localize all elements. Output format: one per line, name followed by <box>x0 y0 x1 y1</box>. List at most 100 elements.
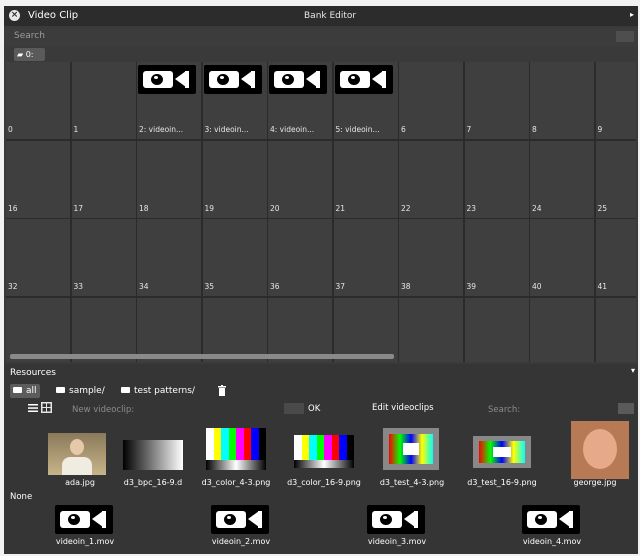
bank-cell[interactable]: 23 <box>464 140 529 218</box>
resource-search-label: Search: <box>488 405 521 415</box>
resource-controls: New videoclip: OK Edit videoclips Search… <box>4 402 638 416</box>
collapse-caret-icon[interactable]: ▸ <box>630 10 634 19</box>
bank-cell-label: 34 <box>139 282 149 291</box>
bank-cell-label: 38 <box>401 282 411 291</box>
bank-cell[interactable]: 20 <box>268 140 332 218</box>
bank-cell[interactable]: 21 <box>333 140 398 218</box>
edit-videoclips-button[interactable]: Edit videoclips <box>372 403 434 413</box>
bank-cell[interactable] <box>71 297 136 362</box>
ok-button[interactable]: OK <box>308 404 320 414</box>
bank-cell[interactable]: 17 <box>71 140 136 218</box>
resource-thumbnail[interactable]: d3_bpc_16-9.d <box>113 426 193 487</box>
video-resource[interactable]: videoin_4.mov <box>521 502 583 550</box>
bank-cell[interactable]: 18 <box>137 140 201 218</box>
bank-cell[interactable]: 6 <box>399 62 463 139</box>
camera-icon <box>522 505 580 534</box>
video-resource[interactable]: videoin_1.mov <box>54 502 116 550</box>
bank-cell-label: 40 <box>532 282 542 291</box>
bank-cell-label: 32 <box>8 282 18 291</box>
color-bars-image <box>294 435 354 468</box>
trash-icon[interactable] <box>218 385 226 396</box>
none-item[interactable]: None <box>10 492 32 502</box>
folder-label: sample/ <box>69 386 105 396</box>
bank-cell[interactable]: 39 <box>464 219 529 296</box>
resource-thumbnail[interactable]: d3_test_4-3.png <box>372 426 452 487</box>
color-bars-image <box>206 428 266 470</box>
resource-thumbnail[interactable]: ada.jpg <box>40 426 120 487</box>
search-row: Search <box>4 28 638 46</box>
collapse-caret-icon[interactable]: ▾ <box>631 366 635 375</box>
bank-cell[interactable]: 35 <box>202 219 267 296</box>
bank-cell-label: 4: videoin... <box>270 125 315 134</box>
bank-cell-label: 16 <box>8 203 18 213</box>
folder-sample[interactable]: sample/ <box>56 384 105 398</box>
resource-name: d3_test_4-3.png <box>379 478 445 487</box>
bank-cell[interactable] <box>202 297 267 362</box>
bank-tab[interactable]: ▰ 0: <box>14 48 45 61</box>
bank-cell[interactable]: 34 <box>137 219 201 296</box>
bank-cell[interactable]: 7 <box>464 62 529 139</box>
bank-cell[interactable]: 16 <box>6 140 70 218</box>
bank-cell[interactable] <box>530 297 594 362</box>
bank-cell[interactable]: 25 <box>595 140 636 218</box>
bank-cell-label: 7 <box>466 125 472 134</box>
bank-cell[interactable] <box>333 297 398 362</box>
bank-cell-label: 19 <box>204 203 215 213</box>
bank-cell[interactable] <box>6 297 70 362</box>
resource-search-input[interactable] <box>618 403 634 414</box>
list-view-icon[interactable] <box>28 403 38 413</box>
title-bar: × Video Clip Bank Editor ▸ <box>4 6 638 26</box>
bank-cell-label: 41 <box>597 282 608 291</box>
window-title: Video Clip <box>28 10 79 21</box>
bank-cell[interactable]: 2: videoin... <box>137 62 201 139</box>
bank-cell[interactable]: 22 <box>399 140 463 218</box>
bank-cell[interactable]: 40 <box>530 219 594 296</box>
bank-cell-label: 22 <box>401 203 411 213</box>
resource-thumbnail[interactable]: george.jpg <box>555 421 635 487</box>
grid-view-icon[interactable] <box>41 402 52 413</box>
new-videoclip-input[interactable] <box>284 403 304 414</box>
bank-cell[interactable]: 9 <box>595 62 636 139</box>
resource-thumbnail[interactable]: d3_test_16-9.png <box>462 426 542 487</box>
bank-cell[interactable]: 41 <box>595 219 636 296</box>
bank-cell[interactable]: 33 <box>71 219 136 296</box>
bank-icon: ▰ <box>17 50 26 59</box>
resource-thumbnail[interactable]: d3_color_16-9.png <box>284 426 364 487</box>
bank-cell-label: 35 <box>204 282 215 291</box>
bank-cell[interactable]: 1 <box>71 62 136 139</box>
bank-cell[interactable]: 32 <box>6 219 70 296</box>
folder-test-patterns[interactable]: test patterns/ <box>121 384 195 398</box>
folder-all[interactable]: all <box>10 384 40 398</box>
video-name: videoin_3.mov <box>367 537 427 546</box>
bank-cell[interactable]: 5: videoin... <box>333 62 398 139</box>
bank-cell[interactable] <box>595 297 636 362</box>
horizontal-scrollbar[interactable] <box>10 354 394 359</box>
bank-cell[interactable]: 3: videoin... <box>202 62 267 139</box>
resource-thumbnail[interactable]: d3_color_4-3.png <box>196 426 276 487</box>
video-resource[interactable]: videoin_2.mov <box>210 502 272 550</box>
bank-cell[interactable]: 37 <box>333 219 398 296</box>
bank-cell[interactable]: 19 <box>202 140 267 218</box>
bank-cell[interactable] <box>399 297 463 362</box>
search-input[interactable] <box>616 31 634 42</box>
bank-cell[interactable] <box>137 297 201 362</box>
search-label: Search <box>14 31 45 41</box>
bank-cell[interactable]: 36 <box>268 219 332 296</box>
bank-cell[interactable]: 4: videoin... <box>268 62 332 139</box>
bank-grid: 0 1 2: videoin... 3: videoin... 4: videoin..… <box>6 62 636 362</box>
folder-bar: all sample/ test patterns/ <box>4 384 638 398</box>
folder-icon <box>56 387 65 393</box>
bank-cell[interactable]: 8 <box>530 62 594 139</box>
bank-cell-label: 17 <box>73 203 84 213</box>
bank-cell-label: 9 <box>597 125 603 134</box>
bank-cell[interactable]: 24 <box>530 140 594 218</box>
bank-cell[interactable] <box>464 297 529 362</box>
bank-cell-label: 21 <box>335 203 346 213</box>
bank-cell[interactable] <box>268 297 332 362</box>
folder-label: all <box>26 386 37 396</box>
resource-name: ada.jpg <box>65 478 95 487</box>
bank-cell[interactable]: 38 <box>399 219 463 296</box>
bank-cell[interactable]: 0 <box>6 62 70 139</box>
close-icon[interactable]: × <box>9 10 20 21</box>
video-resource[interactable]: videoin_3.mov <box>366 502 428 550</box>
